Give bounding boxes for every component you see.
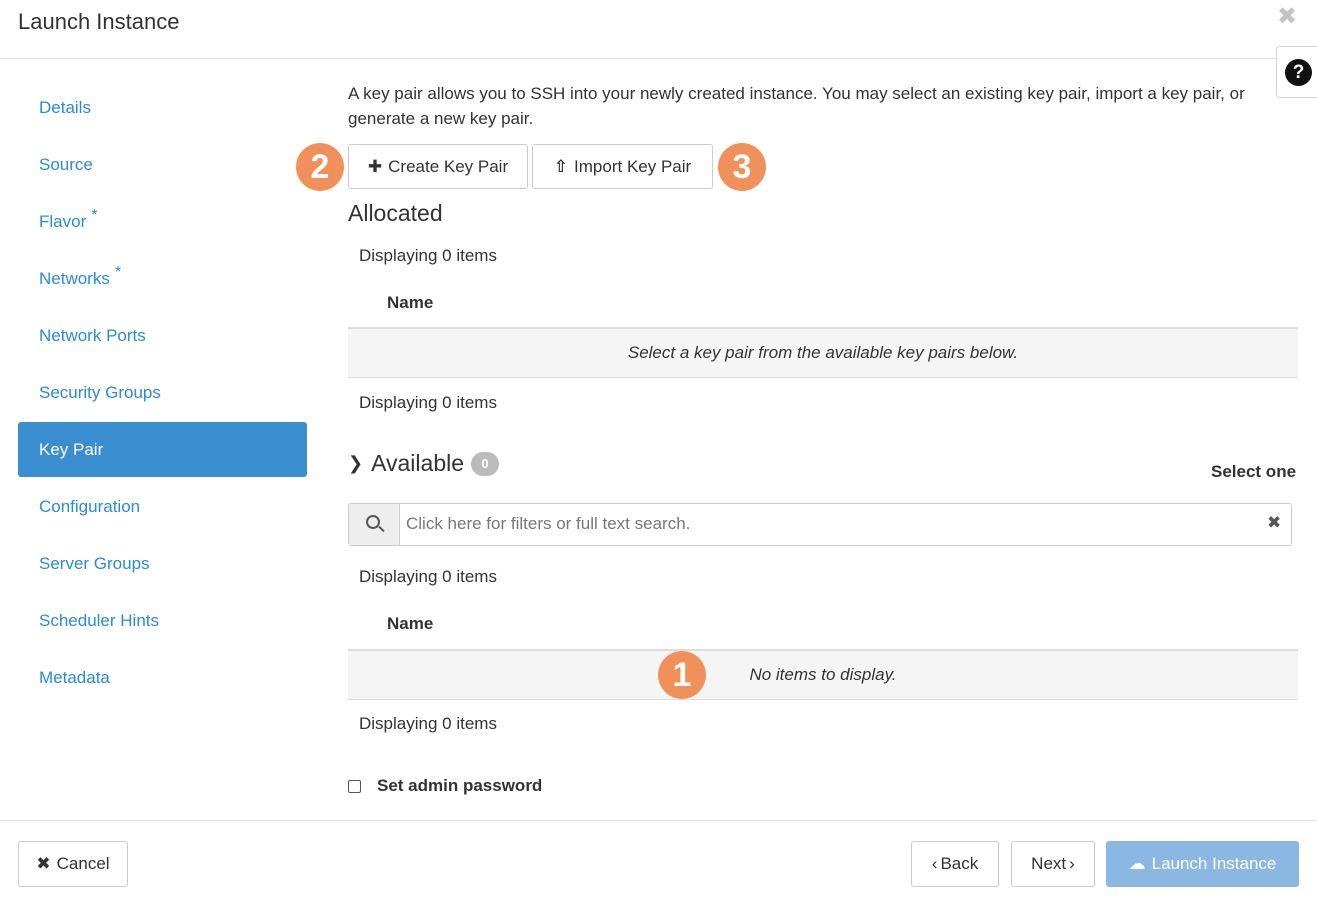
annotation-badge-3: 3 <box>718 143 766 191</box>
sidebar-item-label: Security Groups <box>39 383 161 402</box>
available-count-bottom: Displaying 0 items <box>359 714 497 733</box>
search-bar: ✖ <box>348 503 1292 546</box>
sidebar-item-label: Key Pair <box>39 440 104 459</box>
sidebar-item-label: Details <box>39 98 91 117</box>
admin-password-checkbox[interactable] <box>348 779 361 793</box>
chevron-left-icon: ‹ <box>931 854 938 873</box>
close-icon[interactable]: ✖ <box>1277 5 1297 29</box>
dialog-title: Launch Instance <box>18 9 180 34</box>
cloud-upload-icon: ☁ <box>1128 854 1146 873</box>
cancel-button[interactable]: ✖ Cancel <box>18 841 128 887</box>
available-count-badge: 0 <box>471 451 500 476</box>
clear-search-icon[interactable]: ✖ <box>1267 513 1281 533</box>
next-label: Next <box>1031 854 1067 873</box>
sidebar-item-key-pair[interactable]: Key Pair <box>18 422 307 477</box>
back-button[interactable]: ‹ Back <box>911 841 999 887</box>
help-icon[interactable]: ? <box>1285 59 1312 86</box>
sidebar-item-label: Metadata <box>39 668 110 687</box>
chevron-right-icon: › <box>1069 854 1075 873</box>
chevron-down-icon: ❯ <box>348 453 364 473</box>
close-icon: ✖ <box>36 854 51 873</box>
dialog-header: Launch Instance <box>0 0 1317 59</box>
allocated-count-top: Displaying 0 items <box>359 246 497 265</box>
admin-password-option[interactable]: Set admin password <box>348 776 542 796</box>
sidebar-item-network-ports[interactable]: Network Ports <box>18 308 307 363</box>
allocated-empty-message: Select a key pair from the available key… <box>627 343 1019 362</box>
sidebar-item-scheduler-hints[interactable]: Scheduler Hints <box>18 593 307 648</box>
admin-password-label: Set admin password <box>377 776 543 795</box>
create-key-pair-label: Create Key Pair <box>388 156 509 176</box>
available-empty-row: No items to display. <box>348 649 1298 700</box>
annotation-badge-2: 2 <box>296 143 344 191</box>
sidebar-item-label: Networks <box>39 269 110 288</box>
available-toggle[interactable]: ❯ Available 0 <box>348 450 500 477</box>
key-pair-description: A key pair allows you to SSH into your n… <box>348 84 1245 128</box>
allocated-column-name[interactable]: Name <box>387 293 433 313</box>
sidebar-item-configuration[interactable]: Configuration <box>18 479 307 534</box>
import-key-pair-label: Import Key Pair <box>574 156 692 176</box>
launch-instance-label: Launch Instance <box>1151 854 1277 873</box>
search-icon <box>366 515 380 529</box>
launch-instance-button[interactable]: ☁ Launch Instance <box>1106 841 1299 887</box>
annotation-badge-1: 1 <box>658 651 706 699</box>
available-count-top: Displaying 0 items <box>359 567 497 586</box>
sidebar-item-label: Server Groups <box>39 554 150 573</box>
sidebar-item-source[interactable]: Source <box>18 137 307 192</box>
sidebar-item-label: Source <box>39 155 93 174</box>
sidebar-item-networks[interactable]: Networks * <box>18 251 307 306</box>
cancel-label: Cancel <box>56 854 110 873</box>
sidebar-item-security-groups[interactable]: Security Groups <box>18 365 307 420</box>
allocated-heading: Allocated <box>348 200 443 226</box>
select-one-hint: Select one <box>1211 462 1297 481</box>
plus-icon: ✚ <box>367 156 383 176</box>
help-tab[interactable]: ? <box>1276 46 1317 98</box>
allocated-empty-row: Select a key pair from the available key… <box>348 327 1298 378</box>
available-empty-message: No items to display. <box>749 665 897 684</box>
import-key-pair-button[interactable]: ⇧ Import Key Pair <box>532 144 713 189</box>
create-key-pair-button[interactable]: ✚ Create Key Pair <box>348 144 528 189</box>
sidebar-item-label: Configuration <box>39 497 141 516</box>
search-input[interactable] <box>406 509 1256 539</box>
required-marker: * <box>91 207 98 224</box>
available-column-name[interactable]: Name <box>387 614 433 634</box>
sidebar-item-metadata[interactable]: Metadata <box>18 650 307 705</box>
search-icon-box <box>349 504 400 545</box>
sidebar-item-server-groups[interactable]: Server Groups <box>18 536 307 591</box>
allocated-count-bottom: Displaying 0 items <box>359 393 497 412</box>
available-heading: Available <box>371 450 465 476</box>
upload-icon: ⇧ <box>553 156 569 176</box>
back-label: Back <box>940 854 979 873</box>
next-button[interactable]: Next › <box>1011 841 1095 887</box>
sidebar-item-flavor[interactable]: Flavor * <box>18 194 307 249</box>
sidebar-item-details[interactable]: Details <box>18 80 307 135</box>
required-marker: * <box>114 264 122 281</box>
sidebar-item-label: Network Ports <box>39 326 146 345</box>
sidebar-item-label: Scheduler Hints <box>39 611 160 630</box>
sidebar-item-label: Flavor <box>39 212 87 231</box>
